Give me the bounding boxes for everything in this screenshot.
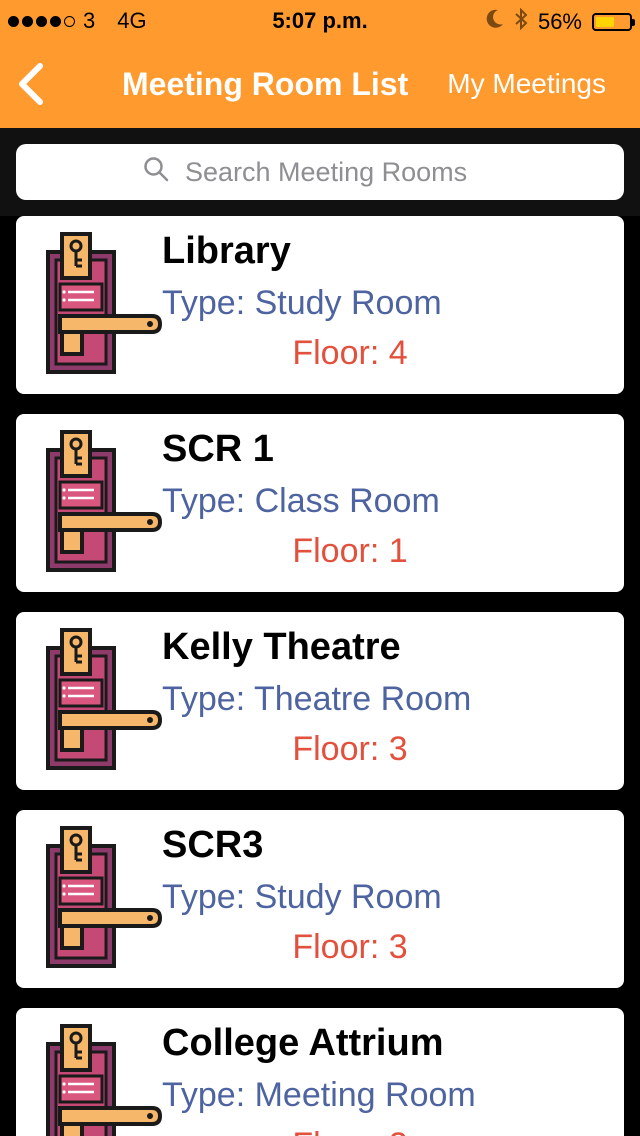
search-bar[interactable] [16,144,624,200]
bluetooth-icon [514,7,528,36]
search-icon [143,156,169,189]
room-card[interactable]: Kelly Theatre Type: Theatre Room Floor: … [16,612,624,790]
room-card[interactable]: SCR 1 Type: Class Room Floor: 1 [16,414,624,592]
room-floor: Floor: 2 [162,1126,538,1136]
room-type: Type: Study Room [162,284,442,322]
room-type: Type: Theatre Room [162,680,472,718]
battery-icon [592,13,635,31]
status-right: 56% [486,7,635,36]
room-card[interactable]: Library Type: Study Room Floor: 4 [16,216,624,394]
room-card[interactable]: College Attrium Type: Meeting Room Floor… [16,1008,624,1136]
search-area [0,128,640,216]
room-type: Type: Class Room [162,482,440,520]
room-name: SCR3 [162,824,264,866]
door-handle-icon [46,826,162,968]
battery-percent: 56% [537,9,582,34]
room-name: SCR 1 [162,428,274,470]
navigation-bar: Meeting Room List My Meetings [0,40,640,128]
back-button[interactable] [14,62,48,106]
room-type: Type: Study Room [162,878,442,916]
room-floor: Floor: 4 [292,334,408,372]
room-name: College Attrium [162,1022,444,1064]
my-meetings-button[interactable]: My Meetings [447,68,606,100]
door-handle-icon [46,232,162,374]
chevron-left-icon [19,63,43,105]
room-type: Type: Meeting Room [162,1076,476,1114]
room-floor: Floor: 3 [292,730,408,768]
room-name: Library [162,230,291,272]
door-handle-icon [46,628,162,770]
search-input[interactable] [183,155,497,189]
room-floor: Floor: 3 [292,928,408,966]
app-screen: 3 4G 5:07 p.m. 56% Meeting Room List My … [0,0,640,1136]
page-title: Meeting Room List [122,66,409,102]
room-name: Kelly Theatre [162,626,401,668]
top-bar: 3 4G 5:07 p.m. 56% Meeting Room List My … [0,0,640,128]
door-handle-icon [46,1024,162,1136]
status-bar: 3 4G 5:07 p.m. 56% [0,0,640,40]
moon-icon [486,9,504,35]
room-card[interactable]: SCR3 Type: Study Room Floor: 3 [16,810,624,988]
door-handle-icon [46,430,162,572]
room-floor: Floor: 1 [292,532,408,570]
